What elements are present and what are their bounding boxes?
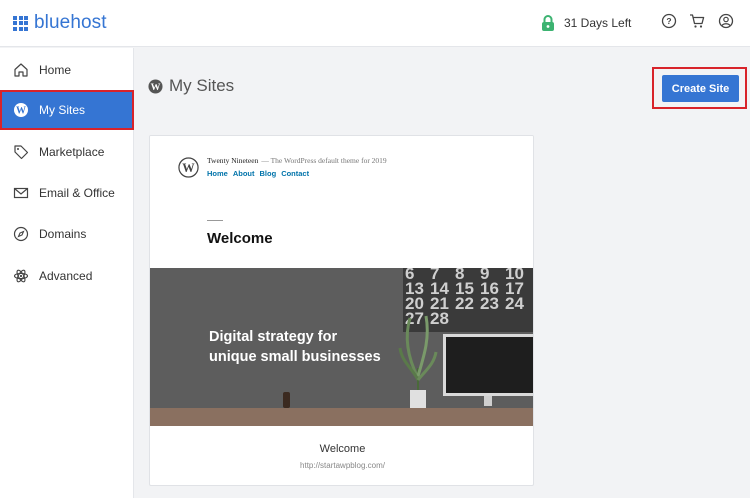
preview-menu-home: Home xyxy=(207,169,228,178)
sidebar-item-label: Home xyxy=(39,63,72,77)
wordpress-icon: W xyxy=(148,78,163,94)
preview-site-name: Twenty Nineteen xyxy=(207,156,259,165)
monitor-stand xyxy=(484,396,492,406)
sidebar-item-label: Domains xyxy=(39,227,87,241)
page-title: W My Sites xyxy=(148,76,234,96)
home-icon xyxy=(12,61,30,79)
sidebar-item-advanced[interactable]: Advanced xyxy=(0,256,134,296)
account-icon[interactable] xyxy=(718,13,734,29)
calendar-number: 23 xyxy=(480,294,499,313)
svg-text:W: W xyxy=(16,106,26,117)
wordpress-logo-icon: W xyxy=(178,157,199,178)
monitor-illustration xyxy=(443,334,533,396)
vase-illustration xyxy=(283,392,290,408)
svg-text:?: ? xyxy=(666,16,671,26)
desk-surface xyxy=(150,408,533,426)
create-site-button[interactable]: Create Site xyxy=(662,75,739,102)
sidebar-item-label: Advanced xyxy=(39,269,93,283)
sidebar-item-my-sites[interactable]: W My Sites xyxy=(0,90,134,130)
preview-menu: Home About Blog Contact xyxy=(207,169,309,178)
sidebar-item-home[interactable]: Home xyxy=(0,50,134,90)
mail-icon xyxy=(12,184,30,202)
sidebar-item-marketplace[interactable]: Marketplace xyxy=(0,132,134,172)
page-title-text: My Sites xyxy=(169,76,235,95)
atom-icon xyxy=(12,267,30,285)
calendar-number: 22 xyxy=(455,294,474,313)
calendar-number: 24 xyxy=(505,294,524,313)
preview-menu-contact: Contact xyxy=(281,169,310,178)
brand-name: bluehost xyxy=(34,12,107,33)
preview-menu-blog: Blog xyxy=(259,169,277,178)
site-card-title[interactable]: Welcome xyxy=(150,443,533,455)
sidebar: Home W My Sites Marketplace Email & Offi… xyxy=(0,48,134,498)
calendar-number xyxy=(480,311,505,326)
preview-heading: Welcome xyxy=(207,230,273,247)
create-site-highlight: Create Site xyxy=(652,67,747,109)
tag-icon xyxy=(12,143,30,161)
site-card-url[interactable]: http://startawpblog.com/ xyxy=(150,461,533,470)
cart-icon[interactable] xyxy=(689,13,705,29)
preview-site-title: Twenty Nineteen — The WordPress default t… xyxy=(207,156,387,165)
sidebar-item-email-office[interactable]: Email & Office xyxy=(0,173,134,213)
preview-tagline: — The WordPress default theme for 2019 xyxy=(261,156,387,165)
svg-text:W: W xyxy=(182,161,195,175)
sidebar-item-domains[interactable]: Domains xyxy=(0,214,134,254)
plant-illustration xyxy=(398,315,438,408)
top-header: bluehost 31 Days Left ? xyxy=(0,0,750,47)
sidebar-item-label: My Sites xyxy=(39,103,86,117)
site-card[interactable]: W Twenty Nineteen — The WordPress default… xyxy=(149,135,534,486)
trial-status[interactable]: 31 Days Left xyxy=(541,14,631,32)
calendar-number xyxy=(505,311,530,326)
calendar-number xyxy=(455,311,480,326)
logo-grid-icon xyxy=(13,15,28,31)
hero-headline-line2: unique small businesses xyxy=(209,349,381,365)
preview-hero-image: 6 7 8 9 10 13 14 15 16 17 20 21 22 23 24 27 28 Digital s… xyxy=(150,268,533,426)
help-icon[interactable]: ? xyxy=(661,13,677,29)
site-preview[interactable]: W Twenty Nineteen — The WordPress default… xyxy=(150,136,533,426)
lock-icon xyxy=(542,15,554,31)
wordpress-icon: W xyxy=(12,101,30,119)
compass-icon xyxy=(12,225,30,243)
bluehost-logo[interactable]: bluehost xyxy=(13,12,107,34)
sidebar-item-label: Email & Office xyxy=(39,186,115,200)
preview-divider xyxy=(207,220,223,221)
preview-menu-about: About xyxy=(232,169,255,178)
svg-text:W: W xyxy=(151,82,161,93)
hero-headline-line1: Digital strategy for xyxy=(209,329,338,345)
trial-days-left: 31 Days Left xyxy=(564,16,632,30)
sidebar-item-label: Marketplace xyxy=(39,145,105,159)
